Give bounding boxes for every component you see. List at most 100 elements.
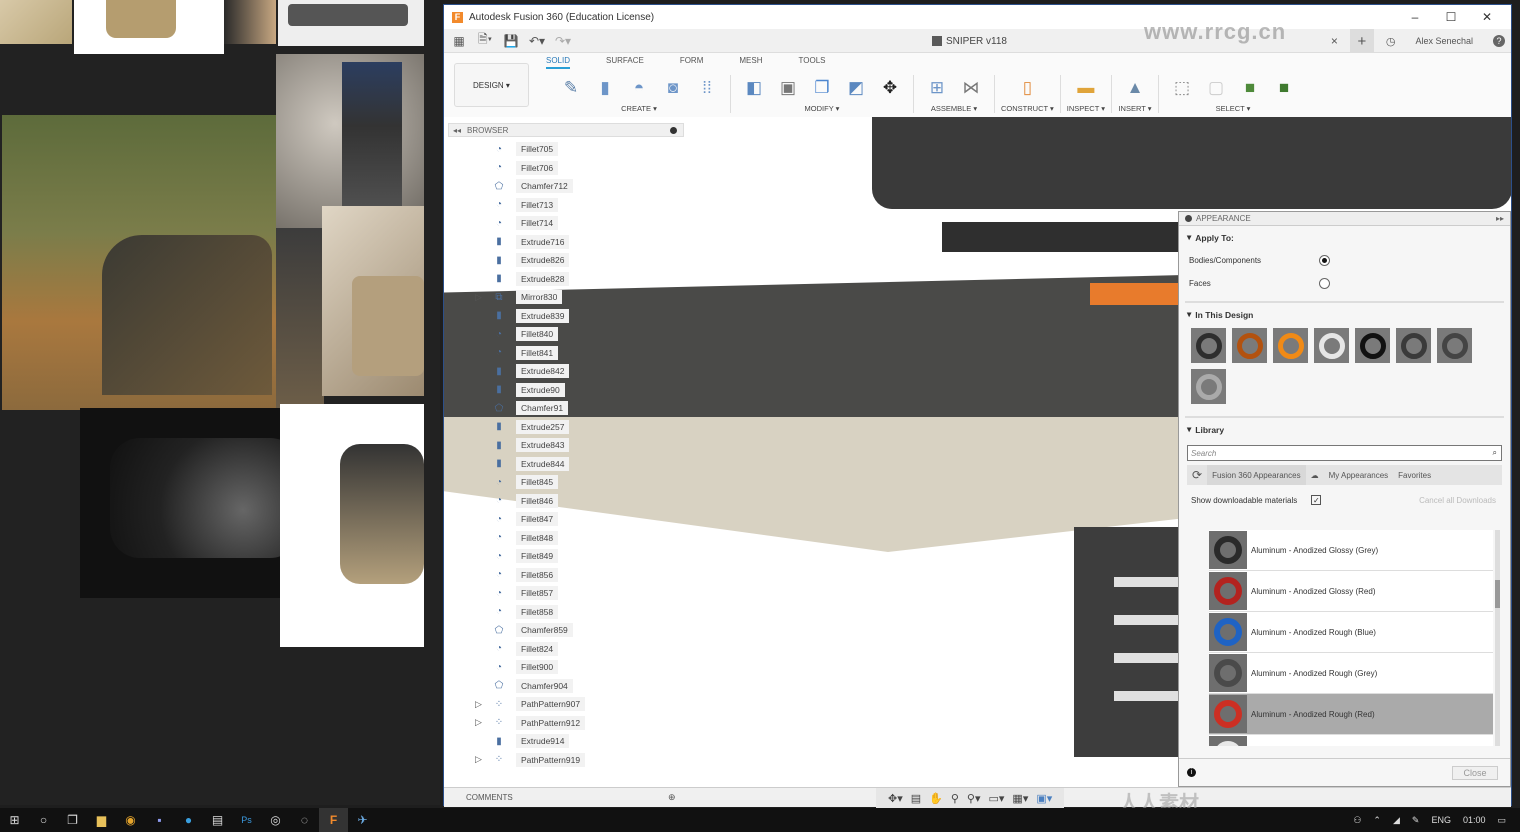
expand-arrow-icon[interactable]: ▷ xyxy=(475,754,482,765)
library-search-input[interactable]: Search ⌕ xyxy=(1187,445,1502,461)
tab-fusion-360-appearances[interactable]: Fusion 360 Appearances xyxy=(1207,465,1306,485)
look-at-icon[interactable]: ▤ xyxy=(911,792,921,805)
select-body-icon[interactable]: ■ xyxy=(1236,75,1264,101)
material-list-scrollbar[interactable] xyxy=(1495,530,1500,746)
cancel-all-downloads-link[interactable]: Cancel all Downloads xyxy=(1419,496,1496,505)
browser-item[interactable]: ▮ Extrude844 xyxy=(492,456,570,472)
split-face-icon[interactable]: ◩ xyxy=(842,75,870,101)
workspace-switcher[interactable]: DESIGN ▾ xyxy=(454,63,529,107)
job-status-clock-icon[interactable]: ◷ xyxy=(1386,35,1396,48)
apply-to-faces-option[interactable]: Faces xyxy=(1179,272,1510,295)
browser-item[interactable]: ◔ Fillet858 xyxy=(492,604,559,620)
tab-tools[interactable]: TOOLS xyxy=(799,56,826,69)
pattern-icon[interactable]: ⁞⁞ xyxy=(693,75,721,101)
browser-item[interactable]: ◔ Fillet840 xyxy=(492,326,559,342)
appearance-swatch[interactable] xyxy=(1355,328,1390,363)
file-explorer-icon[interactable]: ▆ xyxy=(87,808,116,832)
material-list-item[interactable]: Aluminum - Anodized Glossy (Red) xyxy=(1209,571,1493,612)
pin-browser-icon[interactable] xyxy=(670,126,677,134)
move-icon[interactable]: ✥ xyxy=(876,75,904,101)
browser-item[interactable]: ◔ Fillet848 xyxy=(492,530,559,546)
close-window-button[interactable]: ✕ xyxy=(1469,10,1505,24)
combine-icon[interactable]: ❐ xyxy=(808,75,836,101)
material-list-item[interactable]: Aluminum - Anodized Glossy (Grey) xyxy=(1209,530,1493,571)
hole-icon[interactable]: ◙ xyxy=(659,75,687,101)
appearance-swatch[interactable] xyxy=(1437,328,1472,363)
appearance-swatch[interactable] xyxy=(1273,328,1308,363)
expand-arrow-icon[interactable]: ▷ xyxy=(475,699,482,710)
chrome-icon[interactable]: ◉ xyxy=(116,808,145,832)
browser-item[interactable]: ◔ Fillet714 xyxy=(492,215,559,231)
shell-icon[interactable]: ▣ xyxy=(774,75,802,101)
zoom-icon[interactable]: ⚲ xyxy=(951,792,959,805)
press-pull-icon[interactable]: ◧ xyxy=(740,75,768,101)
document-tab[interactable]: SNIPER v118 xyxy=(932,29,1007,53)
material-list-item[interactable]: Aluminum - Anodized Rough (Blue) xyxy=(1209,612,1493,653)
bodies-components-radio[interactable] xyxy=(1319,255,1330,266)
library-section-toggle[interactable]: ▾ Library xyxy=(1179,418,1510,441)
display-settings-icon[interactable]: ▭▾ xyxy=(989,792,1005,805)
viewports-icon[interactable]: ▣▾ xyxy=(1036,792,1052,805)
select-through-icon[interactable]: ▢ xyxy=(1202,75,1230,101)
material-list-item[interactable] xyxy=(1209,735,1493,746)
browser-item[interactable]: ◔ Fillet847 xyxy=(492,511,559,527)
insert-menu[interactable]: INSERT ▾ xyxy=(1118,104,1151,113)
data-panel-grid-icon[interactable]: ▦ xyxy=(448,32,470,50)
expand-arrow-icon[interactable]: ▷ xyxy=(475,717,482,728)
revolve-icon[interactable]: ◓ xyxy=(625,75,653,101)
photoshop-icon[interactable]: Ps xyxy=(232,808,261,832)
select-priority-icon[interactable]: ■ xyxy=(1270,75,1298,101)
expand-arrow-icon[interactable]: ▷ xyxy=(475,292,482,303)
joint-icon[interactable]: ⋈ xyxy=(957,75,985,101)
material-list-item[interactable]: Aluminum - Anodized Rough (Red) xyxy=(1209,694,1493,735)
tab-surface[interactable]: SURFACE xyxy=(606,56,644,69)
appearance-swatch[interactable] xyxy=(1314,328,1349,363)
pan-icon[interactable]: ✋ xyxy=(929,792,943,805)
network-icon[interactable]: ◢ xyxy=(1393,815,1400,826)
search-icon[interactable]: ○ xyxy=(29,808,58,832)
browser-item[interactable]: ◔ Fillet841 xyxy=(492,345,559,361)
grid-settings-icon[interactable]: ▦▾ xyxy=(1012,792,1028,805)
insert-image-icon[interactable]: ▲ xyxy=(1121,75,1149,101)
apply-to-bodies-option[interactable]: Bodies/Components xyxy=(1179,249,1510,272)
extrude-icon[interactable]: ▮ xyxy=(591,75,619,101)
browser-item[interactable]: ▮ Extrude843 xyxy=(492,437,570,453)
telegram-icon[interactable]: ● xyxy=(174,808,203,832)
close-button[interactable]: Close xyxy=(1452,765,1498,780)
new-component-icon[interactable]: ⊞ xyxy=(923,75,951,101)
comments-label[interactable]: COMMENTS xyxy=(466,793,513,802)
browser-item[interactable]: ▷ ⧉ Mirror830 xyxy=(475,289,563,305)
comments-toggle-icon[interactable]: ⊕ xyxy=(668,792,676,803)
steam-icon[interactable]: ✈ xyxy=(348,808,377,832)
browser-item[interactable]: ◔ Fillet849 xyxy=(492,548,559,564)
notepad-icon[interactable]: ▤ xyxy=(203,808,232,832)
browser-item[interactable]: ◔ Fillet705 xyxy=(492,141,559,157)
browser-item[interactable]: ▮ Extrude828 xyxy=(492,271,570,287)
browser-item[interactable]: ◔ Fillet824 xyxy=(492,641,559,657)
browser-item[interactable]: ▷ ⁘ PathPattern907 xyxy=(475,696,586,712)
apply-to-section-toggle[interactable]: ▾ Apply To: xyxy=(1179,226,1510,249)
expand-dialog-icon[interactable]: ▸▸ xyxy=(1496,214,1504,223)
action-center-icon[interactable]: ▭ xyxy=(1497,815,1506,826)
user-account-menu[interactable]: Alex Senechal xyxy=(1415,36,1473,46)
browser-item[interactable]: ⬠ Chamfer91 xyxy=(492,400,569,416)
browser-item[interactable]: ▮ Extrude826 xyxy=(492,252,570,268)
browser-item[interactable]: ▷ ⁘ PathPattern919 xyxy=(475,752,586,768)
browser-panel-header[interactable]: ◂◂ BROWSER xyxy=(448,123,684,137)
material-list-item[interactable]: Aluminum - Anodized Rough (Grey) xyxy=(1209,653,1493,694)
maximize-button[interactable]: ☐ xyxy=(1433,10,1469,24)
browser-item[interactable]: ◔ Fillet857 xyxy=(492,585,559,601)
fusion360-taskbar-icon[interactable]: F xyxy=(319,808,348,832)
modify-menu[interactable]: MODIFY ▾ xyxy=(805,104,840,113)
construct-menu[interactable]: CONSTRUCT ▾ xyxy=(1001,104,1054,113)
collapse-browser-icon[interactable]: ◂◂ xyxy=(453,126,461,135)
show-downloadable-checkbox[interactable]: ✓ xyxy=(1311,495,1322,505)
browser-item[interactable]: ⬠ Chamfer904 xyxy=(492,678,573,694)
browser-item[interactable]: ◔ Fillet706 xyxy=(492,160,559,176)
browser-item[interactable]: ▮ Extrude842 xyxy=(492,363,570,379)
tab-mesh[interactable]: MESH xyxy=(739,56,762,69)
pen-icon[interactable]: ✎ xyxy=(1412,815,1420,826)
browser-item[interactable]: ▮ Extrude716 xyxy=(492,234,570,250)
discord-icon[interactable]: ▪ xyxy=(145,808,174,832)
browser-item[interactable]: ◔ Fillet846 xyxy=(492,493,559,509)
